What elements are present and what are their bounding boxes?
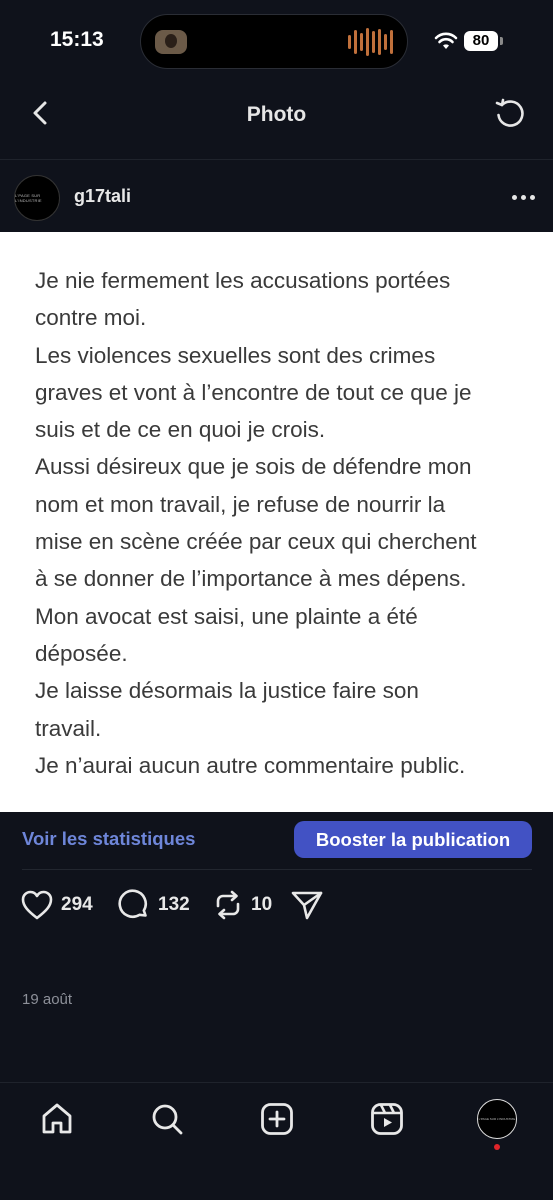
statement-line: Les violences sexuelles sont des crimes bbox=[35, 342, 436, 368]
tab-search[interactable] bbox=[147, 1099, 187, 1139]
page-title: Photo bbox=[246, 103, 307, 126]
repost-button[interactable]: 10 bbox=[212, 885, 272, 925]
reels-icon bbox=[371, 1103, 403, 1135]
like-count: 294 bbox=[61, 894, 93, 915]
post-image[interactable]: Je nie fermement les accusations portées… bbox=[0, 232, 553, 812]
notification-dot bbox=[494, 1144, 500, 1150]
post-author-row: L'PAGE SUR L'INDUSTRIE g17tali bbox=[0, 160, 553, 232]
profile-avatar-text: L'PAGE SUR L'INDUSTRIE bbox=[478, 1117, 516, 1121]
boost-post-button[interactable]: Booster la publication bbox=[294, 821, 532, 858]
like-button[interactable]: 294 bbox=[20, 885, 93, 925]
dynamic-island bbox=[140, 14, 408, 69]
heart-icon bbox=[21, 890, 53, 920]
post-actions-bar: Voir les statistiques Booster la publica… bbox=[0, 812, 553, 870]
statement-line: à se donner de l’importance à mes dépens… bbox=[35, 566, 467, 592]
now-playing-artwork bbox=[155, 30, 187, 54]
comment-count: 132 bbox=[158, 894, 190, 915]
nav-header: Photo bbox=[0, 80, 553, 160]
repost-icon bbox=[216, 890, 240, 920]
share-button[interactable] bbox=[290, 885, 324, 925]
statement-line: Aussi désireux que je sois de défendre m… bbox=[35, 454, 472, 480]
statement-line: Mon avocat est saisi, une plainte a été bbox=[35, 603, 418, 629]
repost-count: 10 bbox=[251, 894, 273, 915]
statement-line: graves et vont à l’encontre de tout ce q… bbox=[35, 379, 472, 405]
author-username[interactable]: g17tali bbox=[74, 186, 131, 207]
tab-reels[interactable] bbox=[367, 1099, 407, 1139]
more-dots-icon[interactable] bbox=[508, 190, 538, 204]
bottom-tab-bar: L'PAGE SUR L'INDUSTRIE bbox=[0, 1082, 553, 1200]
send-icon bbox=[291, 891, 323, 920]
statement-line: nom et mon travail, je refuse de nourrir… bbox=[35, 491, 446, 517]
statement-line: travail. bbox=[35, 715, 102, 741]
search-icon bbox=[152, 1104, 183, 1135]
tab-profile[interactable]: L'PAGE SUR L'INDUSTRIE bbox=[477, 1099, 517, 1139]
wifi-icon bbox=[434, 32, 458, 49]
comment-bubble-icon bbox=[118, 889, 147, 918]
divider bbox=[22, 869, 532, 870]
statement-line: suis et de ce en quoi je crois. bbox=[35, 417, 326, 443]
statement-line: contre moi. bbox=[35, 305, 147, 331]
status-time: 15:13 bbox=[50, 28, 104, 51]
statement-line: Je nie fermement les accusations portées bbox=[35, 268, 451, 293]
statement-line: Je laisse désormais la justice faire son bbox=[35, 678, 419, 704]
author-avatar[interactable]: L'PAGE SUR L'INDUSTRIE bbox=[14, 175, 60, 221]
post-date: 19 août bbox=[22, 991, 73, 1008]
refresh-icon[interactable] bbox=[493, 97, 527, 131]
avatar-logo-text: L'PAGE SUR L'INDUSTRIE bbox=[15, 193, 42, 203]
battery-indicator: 80 bbox=[464, 31, 503, 51]
statement-line: Je n’aurai aucun autre commentaire publi… bbox=[35, 752, 466, 778]
view-statistics-link[interactable]: Voir les statistiques bbox=[22, 828, 195, 850]
engagement-row: 294 132 10 bbox=[0, 885, 553, 925]
audio-waveform-icon bbox=[348, 27, 393, 57]
home-icon bbox=[42, 1103, 72, 1134]
tab-create[interactable] bbox=[257, 1099, 297, 1139]
statement-line: déposée. bbox=[35, 640, 128, 666]
status-bar: 15:13 80 bbox=[0, 0, 553, 80]
plus-square-icon bbox=[261, 1103, 293, 1135]
post-statement-text: Je nie fermement les accusations portées… bbox=[35, 262, 535, 784]
statement-line: mise en scène créée par ceux qui cherche… bbox=[35, 529, 477, 555]
comment-button[interactable]: 132 bbox=[117, 885, 190, 925]
tab-home[interactable] bbox=[37, 1099, 77, 1139]
